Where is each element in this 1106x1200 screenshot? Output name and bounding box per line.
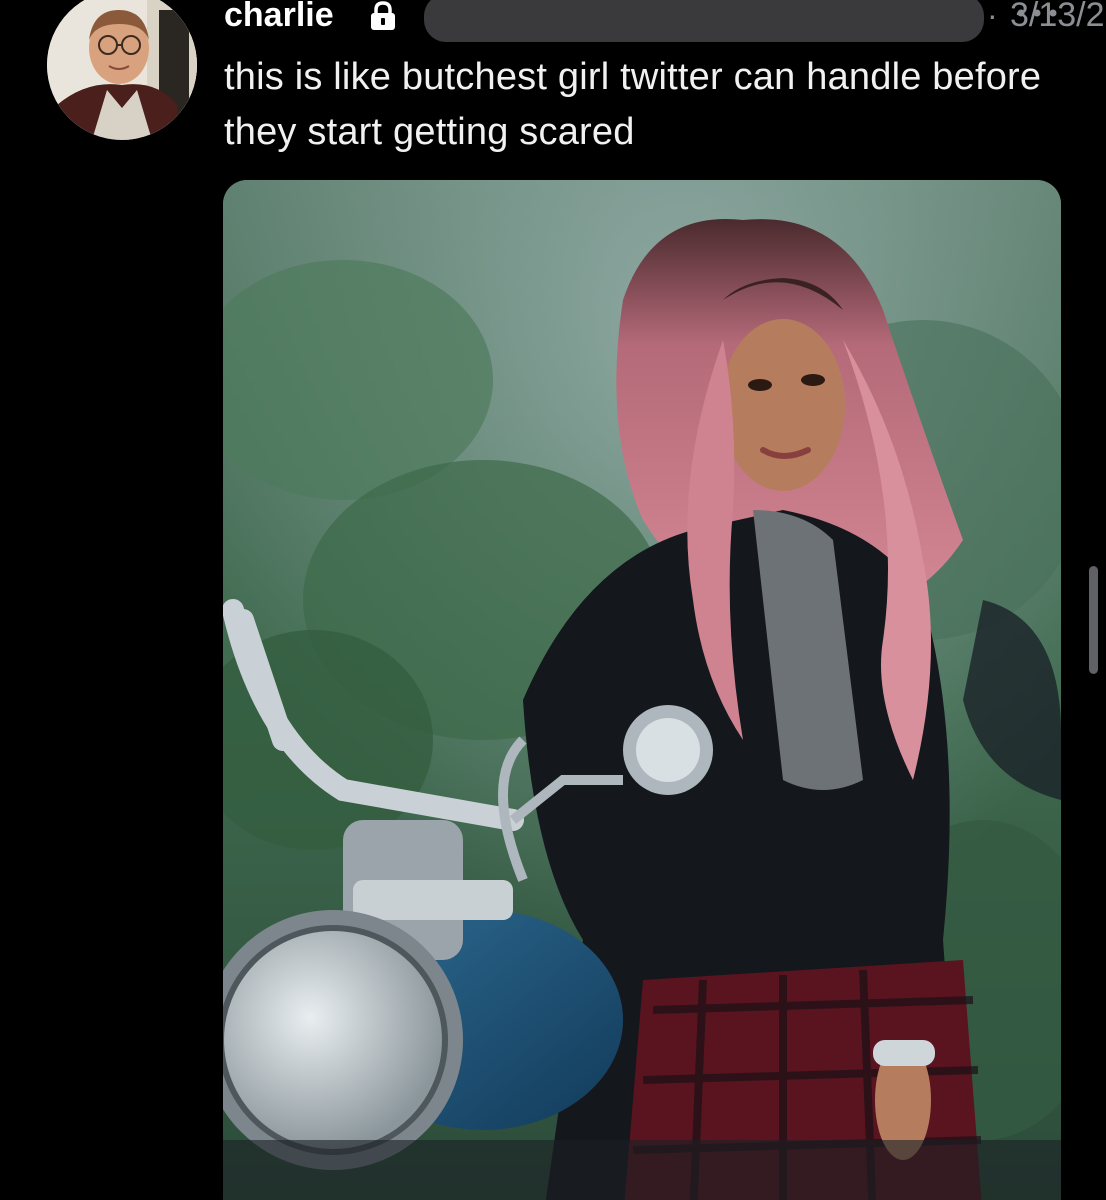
author-name[interactable]: charlie (224, 0, 334, 38)
tweet-text: this is like butchest girl twitter can h… (224, 56, 1042, 153)
author-avatar[interactable] (47, 0, 197, 140)
tweet-photo (223, 180, 1061, 1200)
tweet-card[interactable]: charlie · 3/13/22 this is like butchest … (0, 0, 1106, 1200)
author-handle-redacted (424, 0, 984, 42)
tweet-header: charlie · 3/13/22 (224, 0, 1106, 42)
more-options-icon[interactable] (1016, 8, 1058, 18)
tweet-media[interactable] (223, 180, 1061, 1200)
tweet-timestamp[interactable]: 3/13/22 (1010, 0, 1106, 38)
date-separator: · (987, 0, 998, 33)
avatar-photo (47, 0, 197, 140)
lock-icon (371, 1, 395, 30)
scrollbar-thumb[interactable] (1089, 566, 1098, 674)
